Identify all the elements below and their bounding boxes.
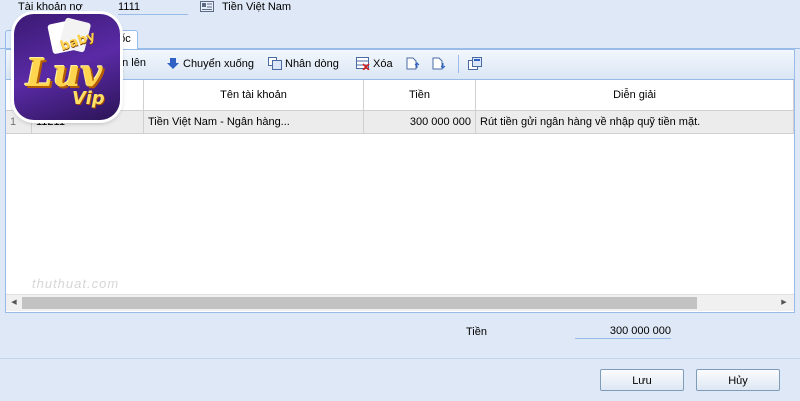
scroll-right-icon[interactable]: ▶ [776, 295, 792, 311]
description-cell[interactable]: Rút tiền gửi ngân hàng về nhập quỹ tiền … [476, 111, 794, 133]
delete-grid-icon [356, 57, 370, 70]
arrow-down-icon [167, 58, 179, 69]
total-amount-field: 300 000 000 [575, 325, 671, 339]
move-up-button[interactable]: ển lên [116, 57, 146, 69]
debit-account-label: Tài khoản nợ [18, 1, 83, 13]
table-row[interactable]: 1 11211 Tiền Việt Nam - Ngân hàng... 300… [6, 111, 794, 134]
insert-above-button[interactable] [406, 57, 420, 70]
export-button[interactable] [468, 57, 482, 70]
watermark-text: thuthuat.com [32, 276, 120, 291]
tab-strip: C gốc [0, 28, 800, 49]
insert-below-button[interactable] [432, 57, 446, 70]
delete-label: Xóa [373, 57, 393, 70]
move-down-label: Chuyển xuống [183, 57, 254, 70]
scrollbar-thumb[interactable] [22, 297, 697, 309]
insert-row-above-icon [406, 57, 420, 70]
logo-bottom-text: Vip [72, 88, 105, 109]
move-down-button[interactable]: Chuyển xuống [166, 57, 254, 70]
move-up-label: ển lên [116, 57, 146, 69]
horizontal-scrollbar[interactable]: ◀ ▶ [6, 294, 794, 311]
save-button[interactable]: Lưu [600, 369, 684, 391]
dialog-button-bar: Lưu Hủy [0, 358, 800, 401]
header-bar: Tài khoản nợ 1111 Tiền Việt Nam [0, 0, 800, 26]
grid-header: Tên tài khoản Tiền Diễn giải [6, 80, 794, 111]
total-amount-label: Tiền [466, 326, 487, 338]
duplicate-row-label: Nhân dòng [285, 57, 339, 70]
scroll-left-icon[interactable]: ◀ [6, 295, 22, 311]
debit-account-field[interactable]: 1111 [118, 1, 188, 15]
amount-header[interactable]: Tiền [364, 80, 476, 110]
description-header[interactable]: Diễn giải [476, 80, 794, 110]
cancel-button[interactable]: Hủy [696, 369, 780, 391]
account-name-cell[interactable]: Tiền Việt Nam - Ngân hàng... [144, 111, 364, 133]
account-name-header[interactable]: Tên tài khoản [144, 80, 364, 110]
grid-toolbar: ển lên Chuyển xuống Nhân dòng Xóa [6, 50, 794, 80]
export-icon [468, 57, 482, 70]
copy-rows-icon [268, 57, 282, 70]
debit-account-name: Tiền Việt Nam [222, 1, 292, 13]
debit-account-code: 1111 [118, 1, 141, 13]
delete-button[interactable]: Xóa [356, 57, 393, 70]
detail-panel: ển lên Chuyển xuống Nhân dòng Xóa Tên tà… [5, 49, 795, 313]
amount-cell[interactable]: 300 000 000 [364, 111, 476, 133]
duplicate-row-button[interactable]: Nhân dòng [268, 57, 339, 70]
account-lookup-icon[interactable] [200, 1, 214, 12]
insert-row-below-icon [432, 57, 446, 70]
toolbar-separator [458, 55, 459, 73]
brand-logo: baby Luv Vip [14, 14, 120, 120]
